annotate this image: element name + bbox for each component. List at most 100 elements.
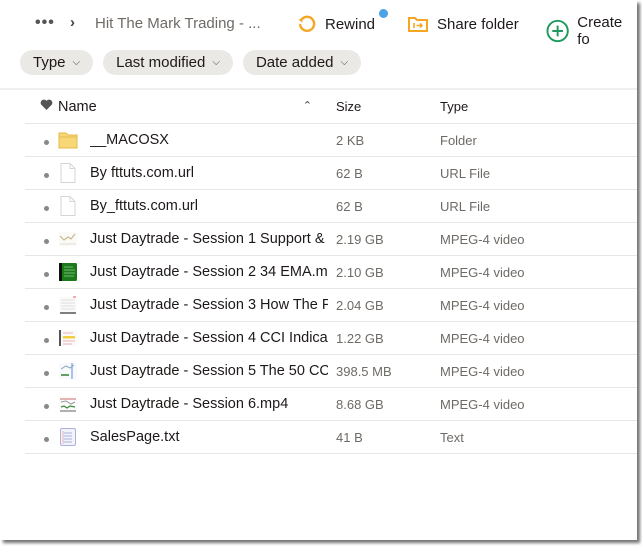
chevron-down-icon: ⌵ <box>340 57 349 68</box>
table-row[interactable]: Just Daytrade - Session 1 Support & R...… <box>25 223 637 256</box>
file-size: 2 KB <box>336 132 365 148</box>
file-name[interactable]: Just Daytrade - Session 1 Support & R... <box>90 231 328 247</box>
favorite-toggle[interactable] <box>25 264 58 280</box>
file-type-icon-cell <box>58 129 90 151</box>
more-breadcrumbs-button[interactable]: ••• <box>35 14 55 32</box>
file-type-icon-cell <box>58 294 90 316</box>
filter-date-added[interactable]: Date added ⌵ <box>242 50 362 75</box>
file-type: MPEG-4 video <box>440 231 525 247</box>
favorite-toggle[interactable] <box>25 132 58 148</box>
filter-label: Last modified <box>116 54 206 71</box>
bullet-icon <box>44 173 49 178</box>
filter-bar: Type ⌵ Last modified ⌵ Date added ⌵ <box>20 50 362 75</box>
favorite-toggle[interactable] <box>25 297 58 313</box>
table-row[interactable]: Just Daytrade - Session 6.mp4 8.68 GB MP… <box>25 388 637 421</box>
file-size: 1.22 GB <box>336 330 384 346</box>
file-name[interactable]: Just Daytrade - Session 2 34 EMA.mp4 <box>90 264 328 280</box>
name-column-label: Name <box>58 98 97 115</box>
file-name[interactable]: Just Daytrade - Session 4 CCI Indicator.… <box>90 330 328 346</box>
favorite-toggle[interactable] <box>25 396 58 412</box>
create-folder-button[interactable]: Create fo <box>546 14 637 48</box>
bullet-icon <box>44 305 49 310</box>
rewind-icon <box>298 15 316 32</box>
favorite-toggle[interactable] <box>25 429 58 445</box>
rewind-label: Rewind <box>325 15 376 33</box>
file-size: 8.68 GB <box>336 396 384 412</box>
table-row[interactable]: Just Daytrade - Session 4 CCI Indicator.… <box>25 322 637 355</box>
heart-icon <box>40 99 53 110</box>
bullet-icon <box>44 272 49 277</box>
share-folder-icon <box>408 17 428 32</box>
file-name[interactable]: By_fttuts.com.url <box>90 198 328 214</box>
file-type: MPEG-4 video <box>440 297 525 313</box>
file-type: URL File <box>440 198 491 214</box>
favorite-toggle[interactable] <box>25 198 58 214</box>
file-type: Text <box>440 429 464 445</box>
file-type-icon-cell <box>58 360 90 382</box>
bullet-icon <box>44 206 49 211</box>
table-header: Name ⌃ Size Type <box>25 90 637 124</box>
file-name[interactable]: By fttuts.com.url <box>90 165 328 181</box>
type-column-header[interactable]: Type <box>440 99 560 114</box>
file-name[interactable]: __MACOSX <box>90 132 328 148</box>
name-column-header[interactable]: Name ⌃ <box>58 99 328 115</box>
bullet-icon <box>44 140 49 145</box>
filter-label: Type <box>33 54 66 71</box>
file-type-icon-cell <box>58 393 90 415</box>
table-row[interactable]: By_fttuts.com.url 62 B URL File <box>25 190 637 223</box>
folder-icon <box>58 132 78 149</box>
file-name[interactable]: SalesPage.txt <box>90 429 328 445</box>
size-column-header[interactable]: Size <box>328 99 440 114</box>
bullet-icon <box>44 404 49 409</box>
file-name[interactable]: Just Daytrade - Session 6.mp4 <box>90 396 328 412</box>
file-type: URL File <box>440 165 491 181</box>
plus-circle-icon <box>546 19 569 43</box>
file-type-icon-cell <box>58 426 90 448</box>
sort-ascending-icon[interactable]: ⌃ <box>303 99 312 115</box>
rewind-button[interactable]: Rewind <box>297 14 375 34</box>
share-folder-button[interactable]: Share folder <box>407 14 519 34</box>
file-size: 398.5 MB <box>336 363 392 379</box>
video-thumbnail-icon <box>59 396 77 412</box>
file-size: 62 B <box>336 198 363 214</box>
table-row[interactable]: Just Daytrade - Session 3 How The Pro...… <box>25 289 637 322</box>
top-bar: ••• › Hit The Mark Trading - ... Rewind … <box>0 0 637 48</box>
table-row[interactable]: __MACOSX 2 KB Folder <box>25 124 637 157</box>
video-thumbnail-icon <box>59 296 77 314</box>
table-row[interactable]: By fttuts.com.url 62 B URL File <box>25 157 637 190</box>
bullet-icon <box>44 437 49 442</box>
file-type-icon-cell <box>58 327 90 349</box>
file-type-icon-cell <box>58 261 90 283</box>
table-row[interactable]: SalesPage.txt 41 B Text <box>25 421 637 454</box>
bullet-icon <box>44 371 49 376</box>
file-table: Name ⌃ Size Type __MACOSX 2 KB Folder By… <box>25 90 637 454</box>
video-thumbnail-icon <box>59 363 77 379</box>
file-type-icon-cell <box>58 162 90 184</box>
favorite-toggle[interactable] <box>25 165 58 181</box>
file-type: MPEG-4 video <box>440 264 525 280</box>
filter-last-modified[interactable]: Last modified ⌵ <box>103 50 233 75</box>
file-name[interactable]: Just Daytrade - Session 5 The 50 CCI F..… <box>90 363 328 379</box>
bullet-icon <box>44 239 49 244</box>
file-size: 41 B <box>336 429 363 445</box>
file-type-icon-cell <box>58 195 90 217</box>
file-type-icon-cell <box>58 228 90 250</box>
file-type: Folder <box>440 132 477 148</box>
create-folder-label: Create fo <box>577 14 623 48</box>
breadcrumb-current-folder[interactable]: Hit The Mark Trading - ... <box>95 15 261 32</box>
table-row[interactable]: Just Daytrade - Session 2 34 EMA.mp4 2.1… <box>25 256 637 289</box>
favorite-toggle[interactable] <box>25 330 58 346</box>
chevron-down-icon: ⌵ <box>72 57 81 68</box>
bullet-icon <box>44 338 49 343</box>
table-row[interactable]: Just Daytrade - Session 5 The 50 CCI F..… <box>25 355 637 388</box>
file-type: MPEG-4 video <box>440 330 525 346</box>
favorite-toggle[interactable] <box>25 231 58 247</box>
favorite-column-header[interactable] <box>25 99 58 114</box>
file-icon <box>60 163 76 183</box>
breadcrumb-separator-icon: › <box>70 14 75 31</box>
favorite-toggle[interactable] <box>25 363 58 379</box>
file-name[interactable]: Just Daytrade - Session 3 How The Pro... <box>90 297 328 313</box>
filter-type[interactable]: Type ⌵ <box>20 50 94 75</box>
notification-dot <box>379 9 388 18</box>
video-thumbnail-icon <box>59 330 77 346</box>
